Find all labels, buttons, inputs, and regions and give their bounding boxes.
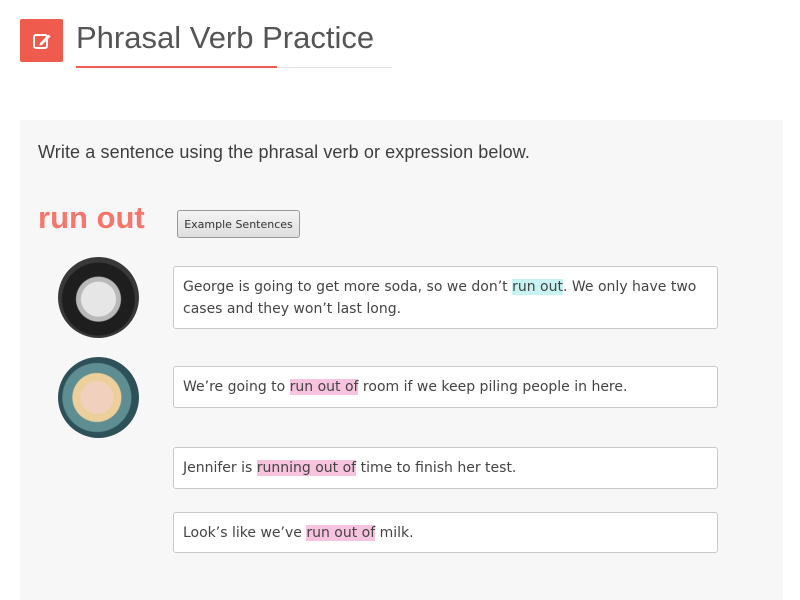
sentence-box[interactable]: Jennifer is running out of time to finis… xyxy=(173,447,718,489)
instruction-text: Write a sentence using the phrasal verb … xyxy=(38,142,530,162)
avatar xyxy=(58,257,139,338)
phrase-highlight: run out xyxy=(512,278,563,295)
avatar xyxy=(58,357,139,438)
phrase-highlight: run out of xyxy=(306,524,376,541)
phrase-highlight: run out of xyxy=(289,379,359,395)
sentence-box[interactable]: George is going to get more soda, so we … xyxy=(173,266,718,329)
sentence-text: George is going to get more soda, so we … xyxy=(183,278,697,317)
phrase-highlight: running out of xyxy=(256,460,357,476)
sentence-box[interactable]: We’re going to run out of room if we kee… xyxy=(173,366,718,408)
sentence-text: Jennifer is running out of time to finis… xyxy=(183,460,517,476)
sentence-text: We’re going to run out of room if we kee… xyxy=(183,379,628,395)
title-accent-bar xyxy=(76,66,277,68)
page-header: Phrasal Verb Practice xyxy=(20,18,392,70)
page-title: Phrasal Verb Practice xyxy=(76,20,375,55)
phrasal-verb: run out xyxy=(38,200,145,235)
sentence-text: Look’s like we’ve run out of milk. xyxy=(183,524,414,541)
exercise-panel: Write a sentence using the phrasal verb … xyxy=(20,120,783,600)
edit-icon xyxy=(20,19,63,62)
example-sentences-button[interactable]: Example Sentences xyxy=(177,210,300,238)
sentence-box[interactable]: Look’s like we’ve run out of milk. xyxy=(173,512,718,553)
